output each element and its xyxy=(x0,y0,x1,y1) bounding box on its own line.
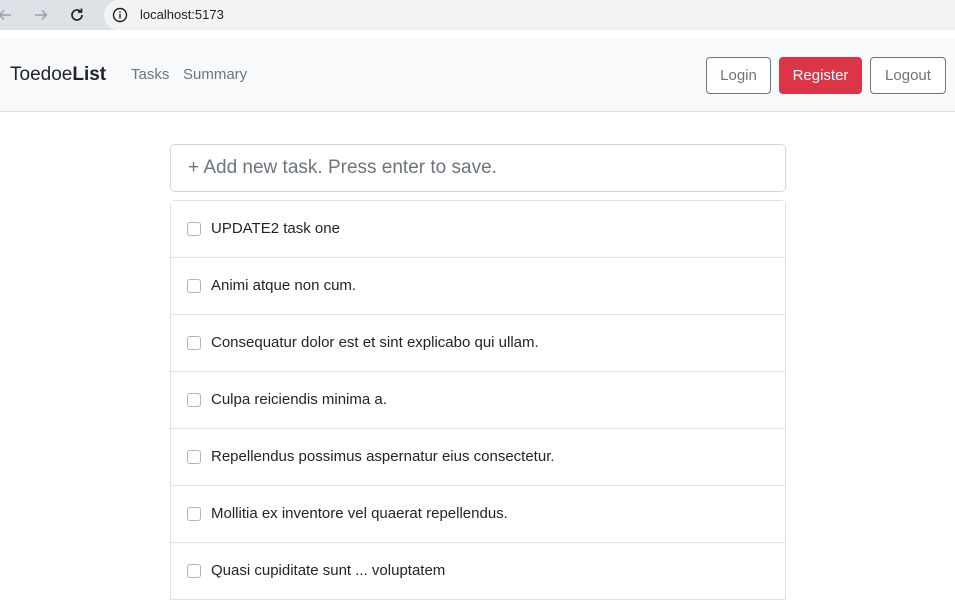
url-text[interactable]: localhost:5173 xyxy=(140,7,224,23)
task-title[interactable]: Consequatur dolor est et sint explicabo … xyxy=(211,334,539,352)
task-title[interactable]: Animi atque non cum. xyxy=(211,277,356,295)
task-item: Repellendus possimus aspernatur eius con… xyxy=(171,429,785,486)
task-title[interactable]: Culpa reiciendis minima a. xyxy=(211,391,387,409)
new-task-input[interactable] xyxy=(170,144,786,192)
task-item: Culpa reiciendis minima a. xyxy=(171,372,785,429)
task-item: Animi atque non cum. xyxy=(171,258,785,315)
task-title[interactable]: UPDATE2 task one xyxy=(211,220,340,238)
task-item: UPDATE2 task one xyxy=(171,201,785,258)
brand-bold: List xyxy=(72,64,107,85)
task-checkbox[interactable] xyxy=(187,450,201,464)
info-icon[interactable] xyxy=(112,7,128,23)
brand-regular: Toedoe xyxy=(10,64,73,85)
nav-link-summary[interactable]: Summary xyxy=(183,66,247,84)
address-bar-background xyxy=(104,0,955,30)
task-checkbox[interactable] xyxy=(187,336,201,350)
task-item: Quasi cupiditate sunt ... voluptatem xyxy=(171,543,785,600)
task-item: Consequatur dolor est et sint explicabo … xyxy=(171,315,785,372)
brand-logo[interactable]: ToedoeList xyxy=(10,64,106,86)
task-checkbox[interactable] xyxy=(187,564,201,578)
back-arrow-icon[interactable] xyxy=(0,4,16,26)
login-button[interactable]: Login xyxy=(706,57,771,94)
task-title[interactable]: Repellendus possimus aspernatur eius con… xyxy=(211,448,555,466)
task-title[interactable]: Quasi cupiditate sunt ... voluptatem xyxy=(211,562,445,580)
task-title[interactable]: Mollitia ex inventore vel quaerat repell… xyxy=(211,505,508,523)
task-list: UPDATE2 task one Animi atque non cum. Co… xyxy=(170,200,786,600)
task-checkbox[interactable] xyxy=(187,393,201,407)
logout-button[interactable]: Logout xyxy=(870,57,946,94)
nav-link-tasks[interactable]: Tasks xyxy=(131,66,169,84)
browser-toolbar: localhost:5173 xyxy=(0,0,955,30)
register-button[interactable]: Register xyxy=(779,57,862,94)
forward-arrow-icon[interactable] xyxy=(30,4,52,26)
chrome-divider xyxy=(0,30,955,38)
reload-icon[interactable] xyxy=(66,4,88,26)
address-bar[interactable]: localhost:5173 xyxy=(104,0,955,30)
navbar: ToedoeList Tasks Summary Login Register … xyxy=(0,38,955,112)
task-checkbox[interactable] xyxy=(187,222,201,236)
task-checkbox[interactable] xyxy=(187,507,201,521)
task-item: Mollitia ex inventore vel quaerat repell… xyxy=(171,486,785,543)
task-checkbox[interactable] xyxy=(187,279,201,293)
